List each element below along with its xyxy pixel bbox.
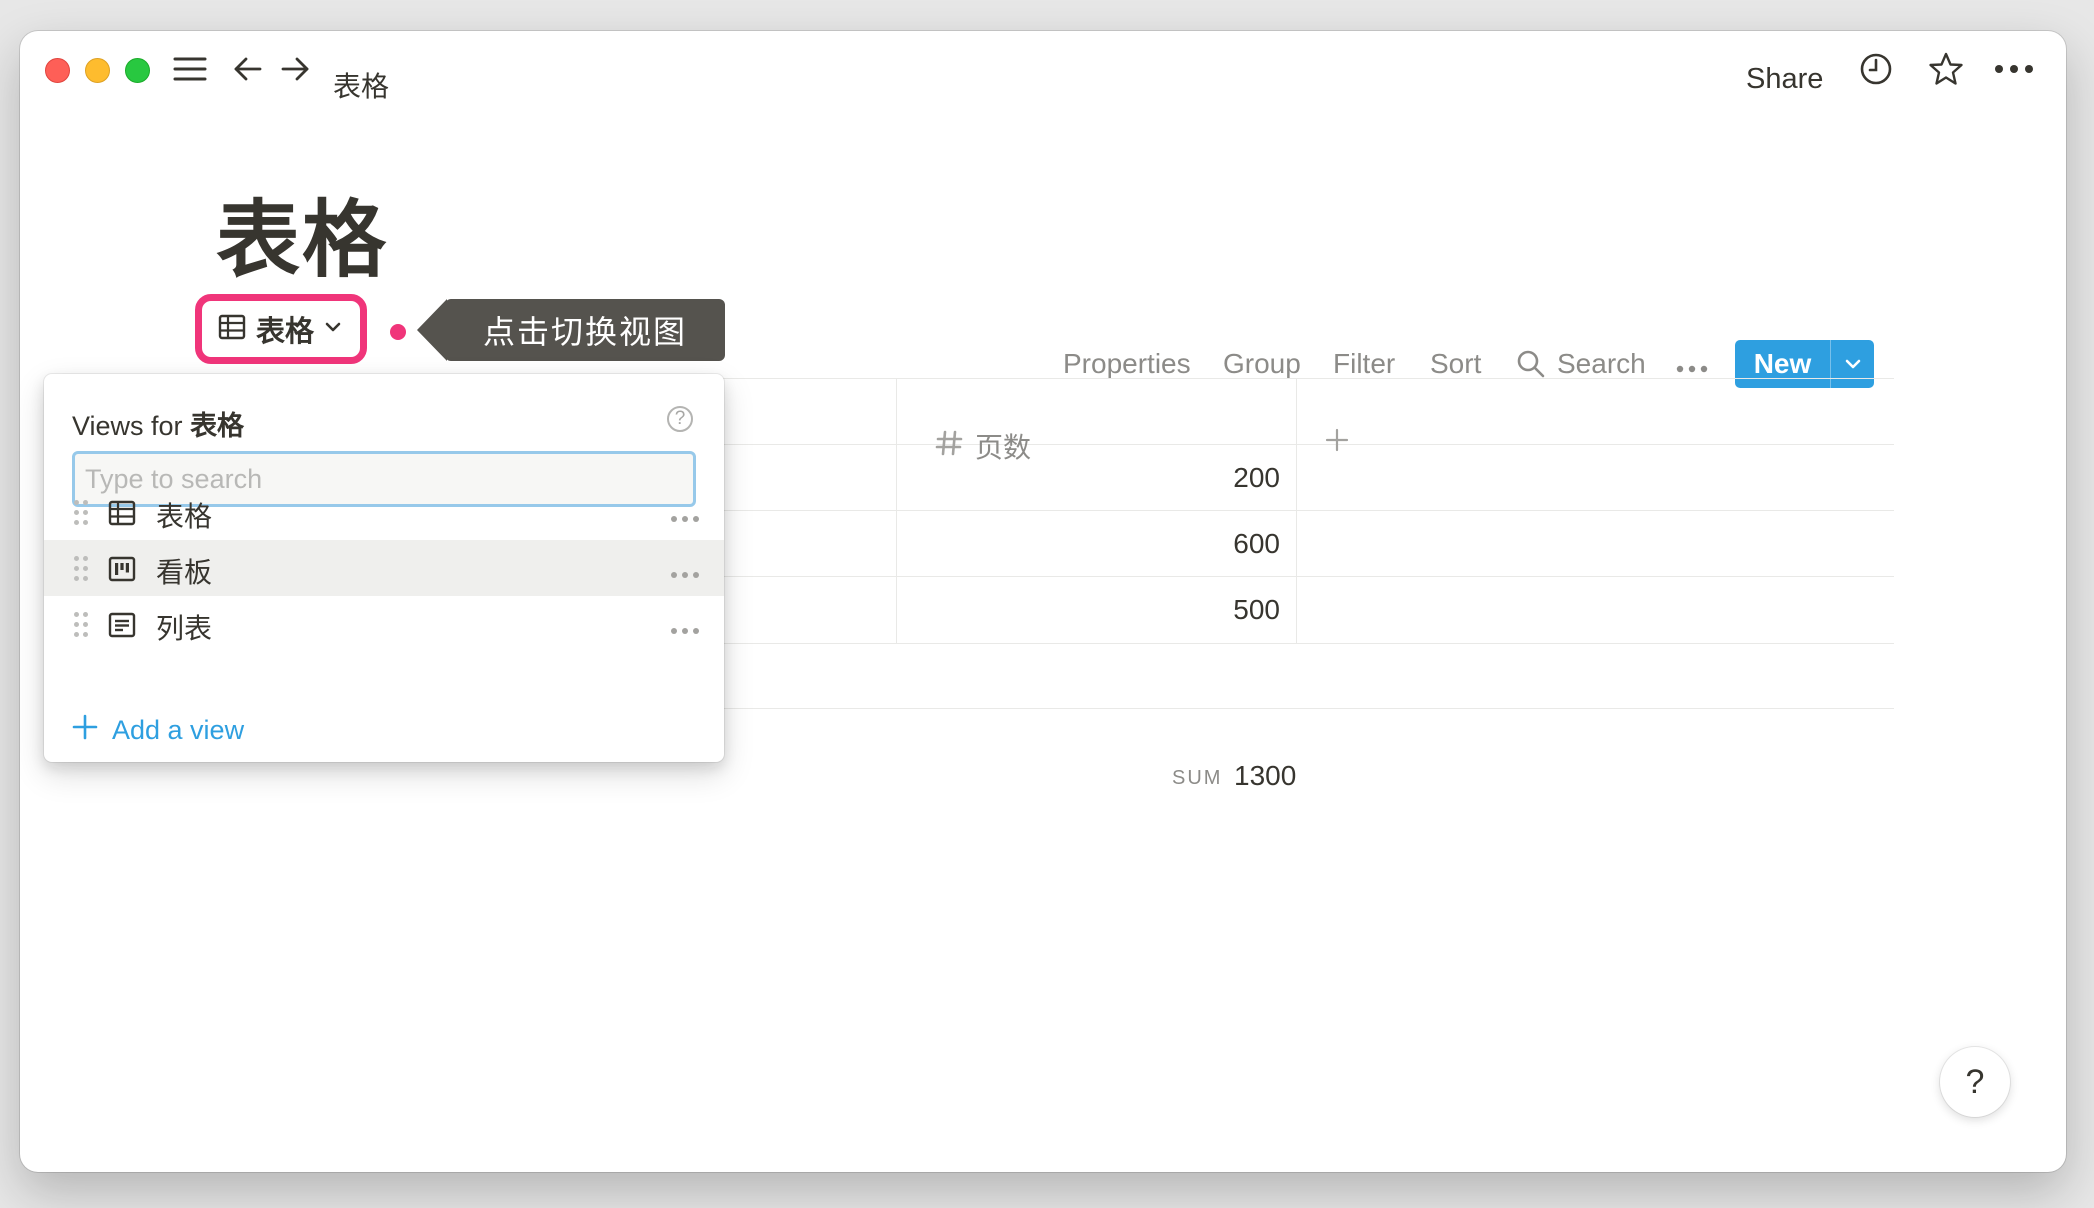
list-view-icon [108,611,136,644]
add-property-plus-icon[interactable] [1324,427,1350,458]
view-item-label: 看板 [156,557,213,588]
callout-arrow [417,299,447,361]
view-item-board[interactable]: 看板 [44,540,724,596]
new-options-chevron-icon[interactable] [1831,358,1874,370]
help-icon[interactable]: ? [667,406,693,432]
clock-history-icon[interactable] [1856,49,1896,89]
add-view-label: Add a view [112,715,245,745]
views-menu: Views for 表格 ? 表格 看板 [44,374,724,762]
view-switcher-button[interactable]: 表格 [195,294,367,364]
page-title[interactable]: 表格 [216,173,388,294]
plus-icon [72,714,98,747]
column-divider [1296,378,1297,643]
add-view-button[interactable]: Add a view [72,714,244,747]
table-cell[interactable]: 600 [897,510,1296,576]
views-menu-title: Views for 表格 [72,404,244,443]
breadcrumb[interactable]: 表格 [333,65,389,105]
sidebar-menu-icon[interactable] [170,49,210,89]
group-button[interactable]: Group [1223,348,1301,380]
sort-button[interactable]: Sort [1430,348,1481,380]
sum-label[interactable]: SUM [1172,767,1222,790]
cell-value: 200 [1233,462,1280,493]
view-item-list[interactable]: 列表 [44,596,724,652]
drag-handle-icon[interactable] [74,556,88,582]
table-cell[interactable]: 500 [897,576,1296,642]
toolbar-more-icon[interactable] [1676,360,1708,378]
table-cell[interactable]: 200 [897,444,1296,510]
drag-handle-icon[interactable] [74,500,88,526]
board-view-icon [108,555,136,588]
forward-arrow-icon[interactable] [275,49,315,89]
callout-tooltip: 点击切换视图 [445,299,725,361]
minimize-window-button[interactable] [85,58,110,83]
back-arrow-icon[interactable] [228,49,268,89]
cell-value: 600 [1233,528,1280,559]
table-view-icon [108,499,136,532]
star-icon[interactable] [1926,49,1966,89]
callout-pointer-dot [390,324,406,340]
views-menu-title-prefix: Views for [72,411,183,441]
view-item-label: 表格 [156,501,213,532]
more-options-icon[interactable] [1994,49,2034,89]
view-item-more-icon[interactable] [670,622,700,640]
properties-button[interactable]: Properties [1063,348,1191,380]
new-button-label: New [1753,348,1812,379]
view-item-more-icon[interactable] [670,566,700,584]
filter-button[interactable]: Filter [1333,348,1395,380]
view-item-table[interactable]: 表格 [44,484,724,540]
zoom-window-button[interactable] [125,58,150,83]
current-view-label: 表格 [256,316,315,348]
new-button[interactable]: New [1735,340,1874,388]
app-window: 表格 Share 表格 表格 点击切换视图 Properties Group F… [20,31,2066,1172]
cell-value: 500 [1233,594,1280,625]
sum-value: 1300 [1234,760,1297,791]
view-item-label: 列表 [156,613,213,644]
search-button[interactable]: Search [1557,348,1646,380]
views-menu-title-name: 表格 [190,411,245,441]
help-button[interactable]: ? [1940,1047,2010,1117]
share-button[interactable]: Share [1746,63,1823,96]
table-view-icon [218,313,246,346]
chevron-down-icon [324,320,342,338]
view-item-more-icon[interactable] [670,510,700,528]
close-window-button[interactable] [45,58,70,83]
drag-handle-icon[interactable] [74,612,88,638]
